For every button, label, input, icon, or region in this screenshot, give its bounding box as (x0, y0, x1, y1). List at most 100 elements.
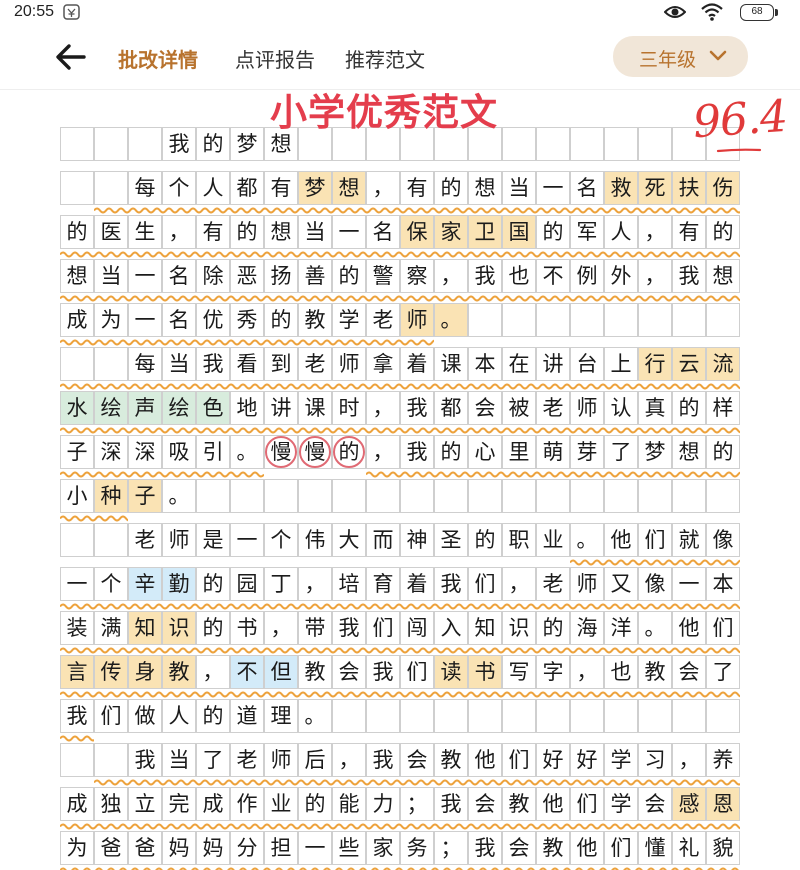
cell-char: 吸 (168, 440, 190, 464)
grid-cell (366, 479, 400, 513)
cell-char: 师 (576, 396, 598, 420)
cell-char: 生 (134, 220, 156, 244)
grid-cell: 们 (94, 699, 128, 733)
grid-cell: 洋 (604, 611, 638, 645)
grid-cell: 习 (638, 743, 672, 777)
cell-char: 们 (372, 616, 394, 640)
cell-char: 满 (100, 616, 122, 640)
cell-char: 有 (270, 176, 292, 200)
cell-char: 字 (542, 660, 564, 684)
grid-cell: 闯 (400, 611, 434, 645)
grid-cell: 带 (298, 611, 332, 645)
grid-cell: 讲 (536, 347, 570, 381)
grid-cell: 每 (128, 347, 162, 381)
cell-char: 分 (236, 836, 258, 860)
grid-cell: 本 (706, 567, 740, 601)
grid-cell: 们 (468, 567, 502, 601)
grid-cell: 他 (604, 523, 638, 557)
grid-cell: 一 (128, 303, 162, 337)
grid-cell: 他 (536, 787, 570, 821)
grid-cell: 书 (468, 655, 502, 689)
grid-cell: 真 (638, 391, 672, 425)
grid-cell: 生 (128, 215, 162, 249)
wavy-underline (60, 647, 740, 654)
cell-char: 家 (440, 220, 462, 244)
grid-cell: 的 (332, 259, 366, 293)
grid-cell: 国 (502, 215, 536, 249)
cell-char: 写 (508, 660, 530, 684)
grid-cell: 成 (196, 787, 230, 821)
grid-cell (672, 479, 706, 513)
cell-char: 我 (66, 704, 88, 728)
grid-cell: 想 (468, 171, 502, 205)
cell-char: 声 (134, 396, 156, 420)
grid-cell: 老 (128, 523, 162, 557)
grid-cell: 行 (638, 347, 672, 381)
cell-char: 担 (270, 836, 292, 860)
grid-cell: 的 (196, 127, 230, 161)
cell-char: 恩 (712, 792, 734, 816)
wavy-underline (60, 471, 264, 478)
grid-cell: 识 (502, 611, 536, 645)
grid-cell: 想 (706, 259, 740, 293)
cell-char: 被 (508, 396, 530, 420)
grid-cell: 海 (570, 611, 604, 645)
cell-char: 色 (202, 396, 224, 420)
cell-char: 扬 (270, 264, 292, 288)
grid-cell: 我 (400, 391, 434, 425)
grid-cell: 我 (400, 435, 434, 469)
cell-char: 立 (134, 792, 156, 816)
grid-cell: 个 (94, 567, 128, 601)
grid-cell (60, 523, 94, 557)
grid-cell (434, 699, 468, 733)
grid-cell: 培 (332, 567, 366, 601)
cell-char: 后 (304, 748, 326, 772)
cell-char: 老 (134, 528, 156, 552)
grid-cell: 分 (230, 831, 264, 865)
cell-char: 园 (236, 572, 258, 596)
grid-cell: ， (638, 259, 672, 293)
grid-cell: 立 (128, 787, 162, 821)
grid-cell: 职 (502, 523, 536, 557)
cell-char: 。 (304, 704, 326, 728)
grid-cell: 的 (298, 787, 332, 821)
grid-cell: 的 (706, 435, 740, 469)
grid-cell: 都 (434, 391, 468, 425)
grid-cell (502, 699, 536, 733)
cell-char: 扶 (678, 176, 700, 200)
grid-cell: 想 (672, 435, 706, 469)
grid-cell (570, 479, 604, 513)
cell-char: 读 (440, 660, 462, 684)
grid-cell: 保 (400, 215, 434, 249)
cell-char: 每 (134, 176, 156, 200)
grid-cell: 小 (60, 479, 94, 513)
grid-cell: 业 (536, 523, 570, 557)
grid-cell: 上 (604, 347, 638, 381)
cell-char: 国 (508, 220, 530, 244)
cell-char: 教 (304, 308, 326, 332)
grid-cell: 独 (94, 787, 128, 821)
grid-cell (604, 479, 638, 513)
grid-cell: 当 (94, 259, 128, 293)
grid-cell: 家 (366, 831, 400, 865)
grid-cell: ， (672, 743, 706, 777)
grid-cell: 也 (502, 259, 536, 293)
cell-char: 在 (508, 352, 530, 376)
grid-cell: 当 (162, 743, 196, 777)
cell-char: 的 (202, 132, 224, 156)
grid-cell: 恶 (230, 259, 264, 293)
cell-char: 成 (66, 792, 88, 816)
cell-char: 们 (610, 836, 632, 860)
grid-cell: 礼 (672, 831, 706, 865)
cell-char: ， (168, 220, 190, 244)
grid-cell: 优 (196, 303, 230, 337)
cell-char: 培 (338, 572, 360, 596)
cell-char: ， (678, 748, 700, 772)
cell-char: 芽 (576, 440, 598, 464)
cell-char: 他 (576, 836, 598, 860)
grid-cell: 萌 (536, 435, 570, 469)
grid-cell: 一 (672, 567, 706, 601)
grid-cell: 个 (264, 523, 298, 557)
wavy-underline (60, 427, 740, 434)
grid-cell (94, 523, 128, 557)
